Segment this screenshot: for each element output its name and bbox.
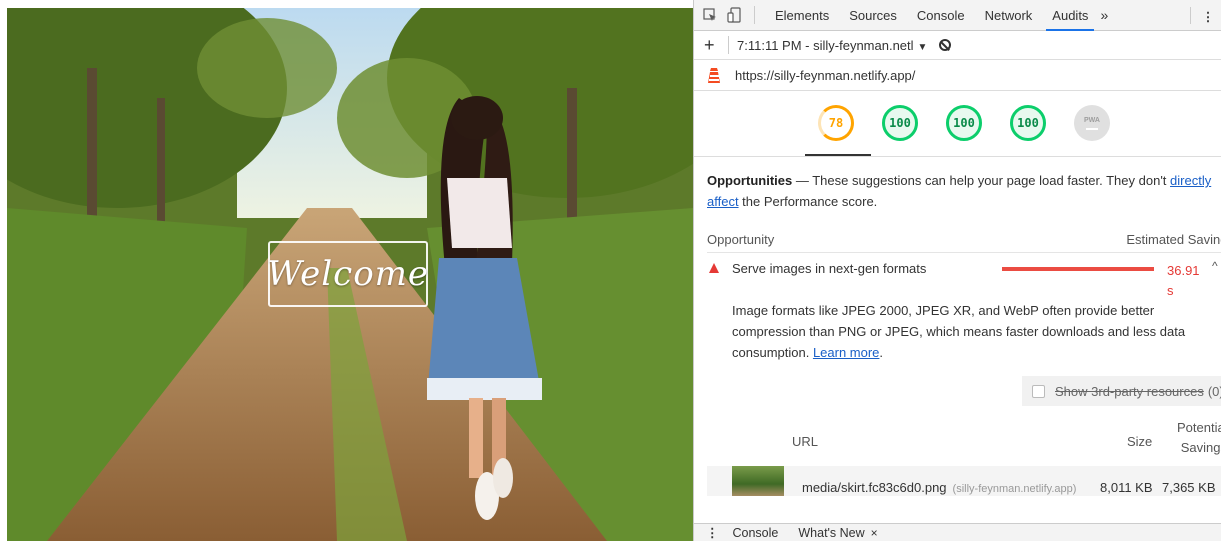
row-size: 8,011 KB <box>1100 480 1153 495</box>
audit-run-label: 7:11:11 PM - silly-feynman.netl <box>737 37 914 53</box>
tab-sources[interactable]: Sources <box>839 0 907 31</box>
gauge-accessibility[interactable]: 100 <box>882 105 918 141</box>
row-url[interactable]: media/skirt.fc83c6d0.png (silly-feynman.n… <box>802 480 1076 495</box>
opportunity-title: Serve images in next-gen formats <box>732 261 927 276</box>
page-preview: Welcome <box>7 8 693 541</box>
drawer-tab-whats-new[interactable]: What's New × <box>798 526 877 540</box>
welcome-text: Welcome <box>266 254 430 294</box>
third-party-count: (0) <box>1207 383 1221 399</box>
opportunities-header: Opportunities — These suggestions can he… <box>707 170 1217 212</box>
tab-network[interactable]: Network <box>975 0 1043 31</box>
opportunities-suffix: the Performance score. <box>738 194 878 209</box>
lighthouse-icon <box>708 68 720 83</box>
col-size: Size <box>1127 434 1153 449</box>
col-potential-savings: Potential Savings <box>1177 420 1221 455</box>
gauge-seo[interactable]: 100 <box>1010 105 1046 141</box>
tab-elements[interactable]: Elements <box>765 0 839 31</box>
opportunity-next-gen-images[interactable]: Serve images in next-gen formats 36.91 s… <box>707 253 1221 298</box>
close-icon[interactable]: × <box>871 526 878 540</box>
col-opportunity: Opportunity <box>707 231 775 247</box>
welcome-banner: Welcome <box>266 241 430 307</box>
audits-toolbar: + 7:11:11 PM - silly-feynman.netl ▼ <box>694 31 1221 60</box>
row-host: (silly-feynman.netlify.app) <box>952 483 1077 495</box>
audit-run-select[interactable]: 7:11:11 PM - silly-feynman.netl ▼ <box>737 38 927 53</box>
devtools-drawer: ⋮ Console What's New × <box>694 523 1221 541</box>
third-party-filter[interactable]: Show 3rd-party resources (0) <box>1022 376 1221 406</box>
pwa-dash <box>1086 127 1098 130</box>
row-potential: 7,365 KB <box>1162 480 1216 495</box>
customize-menu-icon[interactable]: ⋮ <box>1201 6 1215 26</box>
device-toolbar-icon[interactable] <box>724 5 744 25</box>
savings-bar <box>1002 267 1154 271</box>
opportunities-title: Opportunities <box>707 173 793 188</box>
active-gauge-indicator <box>805 154 871 156</box>
more-tabs-icon[interactable]: » <box>1100 7 1108 23</box>
description-text: Image formats like JPEG 2000, JPEG XR, a… <box>732 303 1186 360</box>
drawer-tab-label: What's New <box>798 525 865 540</box>
chevron-up-icon[interactable]: ^ <box>1212 259 1218 273</box>
drawer-tab-console[interactable]: Console <box>733 526 779 540</box>
row-url-path: media/skirt.fc83c6d0.png <box>802 480 947 495</box>
third-party-label: Show 3rd-party resources <box>1055 383 1204 399</box>
gauge-pwa[interactable]: PWA <box>1074 105 1110 141</box>
gauge-performance[interactable]: 78 <box>818 105 854 141</box>
tab-console[interactable]: Console <box>907 0 975 31</box>
toolbar-divider <box>1190 7 1191 24</box>
new-audit-icon[interactable]: + <box>704 35 718 56</box>
table-row[interactable]: media/skirt.fc83c6d0.png (silly-feynman.n… <box>707 466 1221 496</box>
inspect-element-icon[interactable] <box>700 5 720 25</box>
clear-icon[interactable] <box>939 39 952 51</box>
report-url-bar: https://silly-feynman.netlify.app/ <box>694 60 1221 91</box>
toolbar-divider <box>754 6 755 24</box>
toolbar-divider <box>728 36 729 54</box>
gauge-score: 100 <box>953 116 975 130</box>
audit-content: Opportunities — These suggestions can he… <box>694 170 1221 496</box>
tab-audits[interactable]: Audits <box>1042 0 1098 31</box>
drawer-menu-icon[interactable]: ⋮ <box>706 525 719 540</box>
description-period: . <box>879 345 884 360</box>
learn-more-link[interactable]: Learn more <box>813 345 879 360</box>
report-url: https://silly-feynman.netlify.app/ <box>735 67 916 83</box>
gauge-score: 78 <box>828 116 844 130</box>
details-table-header: URL Size Potential Savings <box>707 412 1221 462</box>
devtools-panel: Elements Sources Console Network Audits … <box>693 0 1221 541</box>
fail-triangle-icon <box>709 263 719 273</box>
gauge-score: PWA <box>1084 116 1100 124</box>
gauge-best-practices[interactable]: 100 <box>946 105 982 141</box>
dropdown-caret-icon: ▼ <box>917 41 928 53</box>
score-gauges: 78 100 100 100 PWA <box>694 91 1221 157</box>
gauge-score: 100 <box>1017 116 1039 130</box>
devtools-tabbar: Elements Sources Console Network Audits … <box>694 0 1221 31</box>
opportunity-description: Image formats like JPEG 2000, JPEG XR, a… <box>732 300 1187 363</box>
col-estimated-savings: Estimated Savings <box>1126 231 1221 247</box>
col-url: URL <box>792 434 819 449</box>
image-thumbnail <box>732 466 784 496</box>
gauge-score: 100 <box>889 116 911 130</box>
savings-value: 36.91 s <box>1167 263 1200 298</box>
opportunities-intro: — These suggestions can help your page l… <box>792 173 1171 188</box>
opportunity-columns: Opportunity Estimated Savings <box>707 226 1221 253</box>
third-party-checkbox[interactable] <box>1032 384 1045 398</box>
